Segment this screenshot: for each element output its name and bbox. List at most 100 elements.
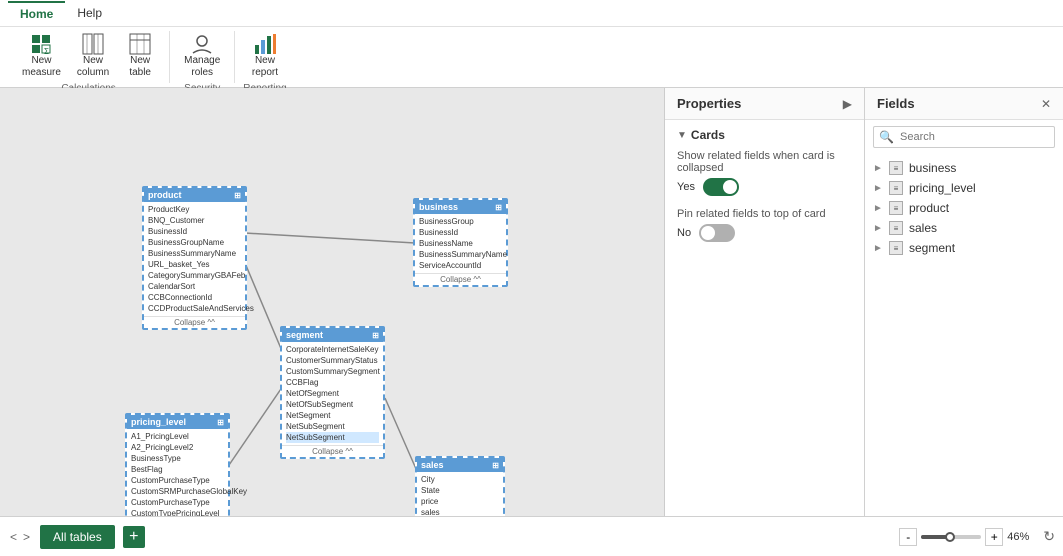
manage-roles-icon <box>191 33 213 55</box>
field-item-sales[interactable]: ► ≡ sales <box>865 218 1063 238</box>
ribbon-content: Σ Newmeasure Newcolumn Newtable <box>0 27 1063 87</box>
new-column-button[interactable]: Newcolumn <box>71 31 115 81</box>
field-item-business[interactable]: ► ≡ business <box>865 158 1063 178</box>
pin-related-toggle[interactable] <box>699 224 735 242</box>
zoom-value: 46% <box>1007 531 1039 543</box>
erd-table-segment[interactable]: segment ⊞ CorporateInternetSaleKey Custo… <box>280 326 385 459</box>
nav-left-arrow[interactable]: < <box>8 530 19 544</box>
security-buttons: Manageroles <box>178 31 226 81</box>
fields-title: Fields <box>877 96 915 111</box>
show-related-fields-row: Show related fields when card is collaps… <box>677 150 852 196</box>
collapse-product[interactable]: Collapse ^^ <box>144 316 245 328</box>
table-body-pricing-level: A1_PricingLevel A2_PricingLevel2 Busines… <box>127 429 228 516</box>
fields-search-container: 🔍 <box>873 126 1055 148</box>
field-icon-pricing-level: ≡ <box>889 181 903 195</box>
new-table-button[interactable]: Newtable <box>119 31 161 81</box>
zoom-slider[interactable] <box>921 532 981 542</box>
new-report-button[interactable]: Newreport <box>244 31 286 81</box>
erd-table-pricing-level[interactable]: pricing_level ⊞ A1_PricingLevel A2_Prici… <box>125 413 230 516</box>
table-header-business: business ⊞ <box>415 200 506 214</box>
erd-table-sales[interactable]: sales ⊞ City State price sales time Coll… <box>415 456 505 516</box>
manage-roles-label: Manageroles <box>184 55 220 79</box>
nav-arrows: < > <box>8 530 32 544</box>
zoom-minus-button[interactable]: - <box>899 528 917 546</box>
tab-home[interactable]: Home <box>8 1 65 25</box>
show-related-thumb <box>723 180 737 194</box>
ribbon: Home Help Σ Newmeasure Newcolumn <box>0 0 1063 88</box>
nav-right-arrow[interactable]: > <box>21 530 32 544</box>
new-column-icon <box>82 33 104 55</box>
new-measure-button[interactable]: Σ Newmeasure <box>16 31 67 81</box>
refresh-button[interactable]: ↻ <box>1043 528 1055 545</box>
zoom-controls: - + 46% ↻ <box>899 528 1055 546</box>
collapse-business[interactable]: Collapse ^^ <box>415 273 506 285</box>
show-related-yes: Yes <box>677 181 695 193</box>
properties-cards-section: ▼ Cards Show related fields when card is… <box>665 120 864 262</box>
show-related-toggle[interactable] <box>703 178 739 196</box>
pin-related-fields-control: No <box>677 224 852 242</box>
table-body-business: BusinessGroup BusinessId BusinessName Bu… <box>415 214 506 273</box>
new-measure-icon: Σ <box>30 33 52 55</box>
calculations-buttons: Σ Newmeasure Newcolumn Newtable <box>16 31 161 81</box>
new-table-label: Newtable <box>129 55 151 79</box>
field-name-segment: segment <box>909 241 955 255</box>
table-header-pricing-level: pricing_level ⊞ <box>127 415 228 429</box>
properties-panel: Properties ▶ ▼ Cards Show related fields… <box>665 88 865 516</box>
pin-related-thumb <box>701 226 715 240</box>
table-body-product: ProductKey BNQ_Customer BusinessId Busin… <box>144 202 245 316</box>
field-name-pricing-level: pricing_level <box>909 181 976 195</box>
field-chevron-pricing-level: ► <box>873 183 883 194</box>
show-related-fields-control: Yes <box>677 178 852 196</box>
erd-table-business[interactable]: business ⊞ BusinessGroup BusinessId Busi… <box>413 198 508 287</box>
all-tables-tab[interactable]: All tables <box>40 525 115 549</box>
table-header-product: product ⊞ <box>144 188 245 202</box>
field-chevron-segment: ► <box>873 243 883 254</box>
field-icon-sales: ≡ <box>889 221 903 235</box>
field-icon-product: ≡ <box>889 201 903 215</box>
new-table-icon <box>129 33 151 55</box>
svg-text:Σ: Σ <box>44 47 49 55</box>
zoom-plus-button[interactable]: + <box>985 528 1003 546</box>
fields-list: ► ≡ business ► ≡ pricing_level ► ≡ produ… <box>865 154 1063 516</box>
erd-table-product[interactable]: product ⊞ ProductKey BNQ_Customer Busine… <box>142 186 247 330</box>
pin-related-fields-label: Pin related fields to top of card <box>677 208 852 220</box>
properties-header: Properties ▶ <box>665 88 864 120</box>
ribbon-tabs: Home Help <box>0 0 1063 27</box>
table-body-segment: CorporateInternetSaleKey CustomerSummary… <box>282 342 383 445</box>
new-column-label: Newcolumn <box>77 55 109 79</box>
properties-title: Properties <box>677 96 741 111</box>
field-name-sales: sales <box>909 221 937 235</box>
search-icon: 🔍 <box>879 130 894 144</box>
cards-chevron[interactable]: ▼ <box>677 130 687 141</box>
field-chevron-sales: ► <box>873 223 883 234</box>
new-report-icon <box>254 33 276 55</box>
field-item-segment[interactable]: ► ≡ segment <box>865 238 1063 258</box>
ribbon-group-reporting: Newreport Reporting <box>235 31 294 83</box>
field-item-product[interactable]: ► ≡ product <box>865 198 1063 218</box>
table-body-sales: City State price sales time <box>417 472 503 516</box>
pin-related-no: No <box>677 227 691 239</box>
ribbon-group-calculations: Σ Newmeasure Newcolumn Newtable <box>8 31 170 83</box>
tab-help[interactable]: Help <box>65 2 114 24</box>
field-icon-segment: ≡ <box>889 241 903 255</box>
add-tab-button[interactable]: + <box>123 526 145 548</box>
new-report-label: Newreport <box>252 55 278 79</box>
collapse-segment[interactable]: Collapse ^^ <box>282 445 383 457</box>
fields-collapse-icon[interactable]: ✕ <box>1041 97 1051 111</box>
table-header-segment: segment ⊞ <box>282 328 383 342</box>
field-icon-business: ≡ <box>889 161 903 175</box>
show-related-fields-label: Show related fields when card is collaps… <box>677 150 852 174</box>
manage-roles-button[interactable]: Manageroles <box>178 31 226 81</box>
field-chevron-product: ► <box>873 203 883 214</box>
search-input[interactable] <box>873 126 1055 148</box>
fields-header: Fields ✕ <box>865 88 1063 120</box>
pin-related-fields-row: Pin related fields to top of card No <box>677 208 852 242</box>
field-name-product: product <box>909 201 949 215</box>
table-header-sales: sales ⊞ <box>417 458 503 472</box>
properties-collapse-arrow[interactable]: ▶ <box>843 97 852 111</box>
field-item-pricing-level[interactable]: ► ≡ pricing_level <box>865 178 1063 198</box>
new-measure-label: Newmeasure <box>22 55 61 79</box>
reporting-buttons: Newreport <box>244 31 286 81</box>
field-name-business: business <box>909 161 956 175</box>
zoom-thumb <box>945 532 955 542</box>
